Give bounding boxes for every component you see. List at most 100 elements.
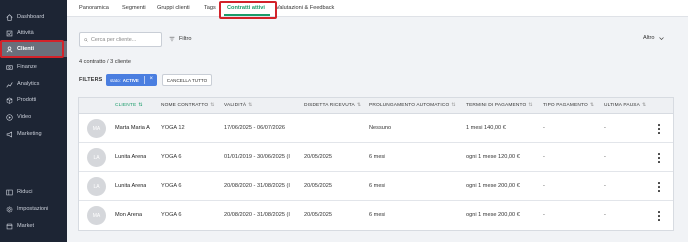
sort-icon: ⇅ (248, 103, 253, 108)
cell-auto-renewal: 6 mesi (369, 154, 386, 160)
sidebar-item-label: Riduci (17, 189, 33, 195)
sidebar-item-video[interactable]: Video (0, 109, 67, 125)
sidebar-item-riduci[interactable]: Riduci (0, 184, 67, 200)
chip-key: stato: (110, 77, 121, 83)
sidebar-item-label: Market (17, 223, 35, 229)
filter-icon (169, 36, 175, 42)
search-input[interactable] (91, 36, 161, 43)
tab-panoramica[interactable]: Panoramica (79, 0, 109, 17)
column-header-nome-contratto[interactable]: NOME CONTRATTO ⇅ (161, 98, 214, 114)
search-box[interactable] (79, 32, 162, 47)
cell-last-pause: - (604, 183, 606, 189)
column-header-ultima-pausa[interactable]: ULTIMA PAUSA ⇅ (604, 98, 646, 114)
sidebar-item-attivita[interactable]: Attività (0, 25, 67, 41)
cell-contract: YOGA 6 (161, 154, 182, 160)
cell-validity: 20/08/2020 - 31/08/2025 (I (224, 183, 290, 189)
more-options-icon[interactable] (656, 124, 662, 134)
collapse-icon (6, 189, 13, 196)
chip-value: ACTIVE (122, 77, 139, 83)
tab-tags[interactable]: Tags (204, 0, 216, 17)
more-options-icon[interactable] (656, 153, 662, 163)
cell-payment-terms: 1 mesi 140,00 € (466, 125, 506, 131)
table-row[interactable]: MA Marta Maria A YOGA 12 17/06/2025 - 06… (79, 114, 673, 143)
sort-icon: ⇅ (356, 103, 362, 108)
cell-client[interactable]: Mon Arena (115, 201, 142, 230)
sidebar-item-label: Finanze (17, 64, 37, 70)
store-icon (6, 223, 13, 230)
cell-contract: YOGA 6 (161, 212, 182, 218)
sidebar-item-label: Marketing (17, 131, 42, 137)
tab-bar: Panoramica Segmenti Gruppi clienti Tags … (67, 0, 688, 17)
cell-payment-type: - (543, 125, 545, 131)
cell-cancellation: 20/05/2025 (304, 154, 332, 160)
sidebar: Dashboard Attività Clienti Finanze Analy… (0, 0, 67, 242)
cell-last-pause: - (604, 154, 606, 160)
filters-label: FILTERS (79, 77, 103, 83)
sort-icon: ⇅ (138, 103, 143, 108)
column-header-tipo-pagamento[interactable]: TIPO PAGAMENTO ⇅ (543, 98, 594, 114)
sidebar-item-market[interactable]: Market (0, 218, 67, 234)
altro-label: Altro (643, 35, 655, 41)
sidebar-item-label: Dashboard (17, 14, 45, 20)
tab-segmenti[interactable]: Segmenti (122, 0, 146, 17)
sort-icon: ⇅ (210, 103, 215, 108)
cell-auto-renewal: Nessuno (369, 125, 392, 131)
sidebar-item-prodotti[interactable]: Prodotti (0, 92, 67, 108)
avatar: MA (87, 206, 106, 225)
cell-payment-type: - (543, 183, 545, 189)
cell-cancellation: 20/05/2025 (304, 183, 332, 189)
close-icon[interactable]: × (149, 76, 153, 82)
sidebar-item-label: Analytics (17, 81, 40, 87)
result-count: 4 contratto / 3 cliente (79, 59, 131, 65)
filter-button[interactable]: Filtro (169, 34, 191, 44)
sidebar-item-finanze[interactable]: Finanze (0, 59, 67, 75)
cell-validity: 20/08/2020 - 31/08/2025 (I (224, 212, 290, 218)
sort-icon: ⇅ (642, 103, 647, 108)
table-row[interactable]: LA Lunita Arena YOGA 6 01/01/2019 - 30/0… (79, 143, 673, 172)
cell-last-pause: - (604, 212, 606, 218)
cell-payment-type: - (543, 154, 545, 160)
cell-payment-terms: ogni 1 mese 200,00 € (466, 212, 520, 218)
cell-client[interactable]: Lunita Arena (115, 172, 146, 201)
table-row[interactable]: MA Mon Arena YOGA 6 20/08/2020 - 31/08/2… (79, 201, 673, 230)
filter-button-label: Filtro (179, 36, 192, 42)
column-header-disdetta-ricevuta[interactable]: DISDETTA RICEVUTA ⇅ (304, 98, 361, 114)
chip-divider (144, 76, 145, 84)
cell-payment-terms: ogni 1 mese 200,00 € (466, 183, 520, 189)
cell-payment-type: - (543, 212, 545, 218)
more-options-icon[interactable] (656, 182, 662, 192)
column-header-termini-di-pagamento[interactable]: TERMINI DI PAGAMENTO ⇅ (466, 98, 533, 114)
finance-icon (6, 64, 13, 71)
avatar: LA (87, 177, 106, 196)
more-options-icon[interactable] (656, 211, 662, 221)
sidebar-item-dashboard[interactable]: Dashboard (0, 9, 67, 25)
cell-auto-renewal: 6 mesi (369, 183, 386, 189)
sidebar-item-analytics[interactable]: Analytics (0, 76, 67, 92)
table-row[interactable]: LA Lunita Arena YOGA 6 20/08/2020 - 31/0… (79, 172, 673, 201)
column-header-cliente[interactable]: CLIENTE ⇅ (115, 98, 142, 114)
tab-valutazioni-feedback[interactable]: Valutazioni & Feedback (276, 0, 334, 17)
cell-auto-renewal: 6 mesi (369, 212, 386, 218)
cell-last-pause: - (604, 125, 606, 131)
cell-client[interactable]: Marta Maria A (115, 114, 150, 143)
highlight-box-clienti (0, 40, 64, 58)
sidebar-item-label: Prodotti (17, 97, 37, 103)
cell-client[interactable]: Lunita Arena (115, 143, 146, 172)
tab-gruppi-clienti[interactable]: Gruppi clienti (157, 0, 190, 17)
contracts-table: CLIENTE ⇅ NOME CONTRATTO ⇅ VALIDITÀ ⇅ DISDE… (78, 97, 674, 231)
search-icon (84, 37, 88, 42)
play-icon (6, 113, 13, 121)
filter-chip-stato[interactable]: stato: ACTIVE × (106, 74, 157, 86)
highlight-box-contratti-attivi (219, 1, 277, 19)
column-header-validita[interactable]: VALIDITÀ ⇅ (224, 98, 252, 114)
gear-icon (6, 206, 13, 213)
sidebar-item-impostazioni[interactable]: Impostazioni (0, 201, 67, 217)
sidebar-item-marketing[interactable]: Marketing (0, 126, 67, 142)
table-header: CLIENTE ⇅ NOME CONTRATTO ⇅ VALIDITÀ ⇅ DISDE… (79, 98, 673, 114)
column-header-prolungamento-automatico[interactable]: PROLUNGAMENTO AUTOMATICO ⇅ (369, 98, 456, 114)
clear-all-button[interactable]: CANCELLA TUTTO (162, 74, 212, 86)
altro-dropdown[interactable]: Altro (643, 35, 664, 41)
chart-icon (6, 81, 13, 88)
sort-icon: ⇅ (528, 103, 533, 108)
box-icon (6, 97, 13, 104)
